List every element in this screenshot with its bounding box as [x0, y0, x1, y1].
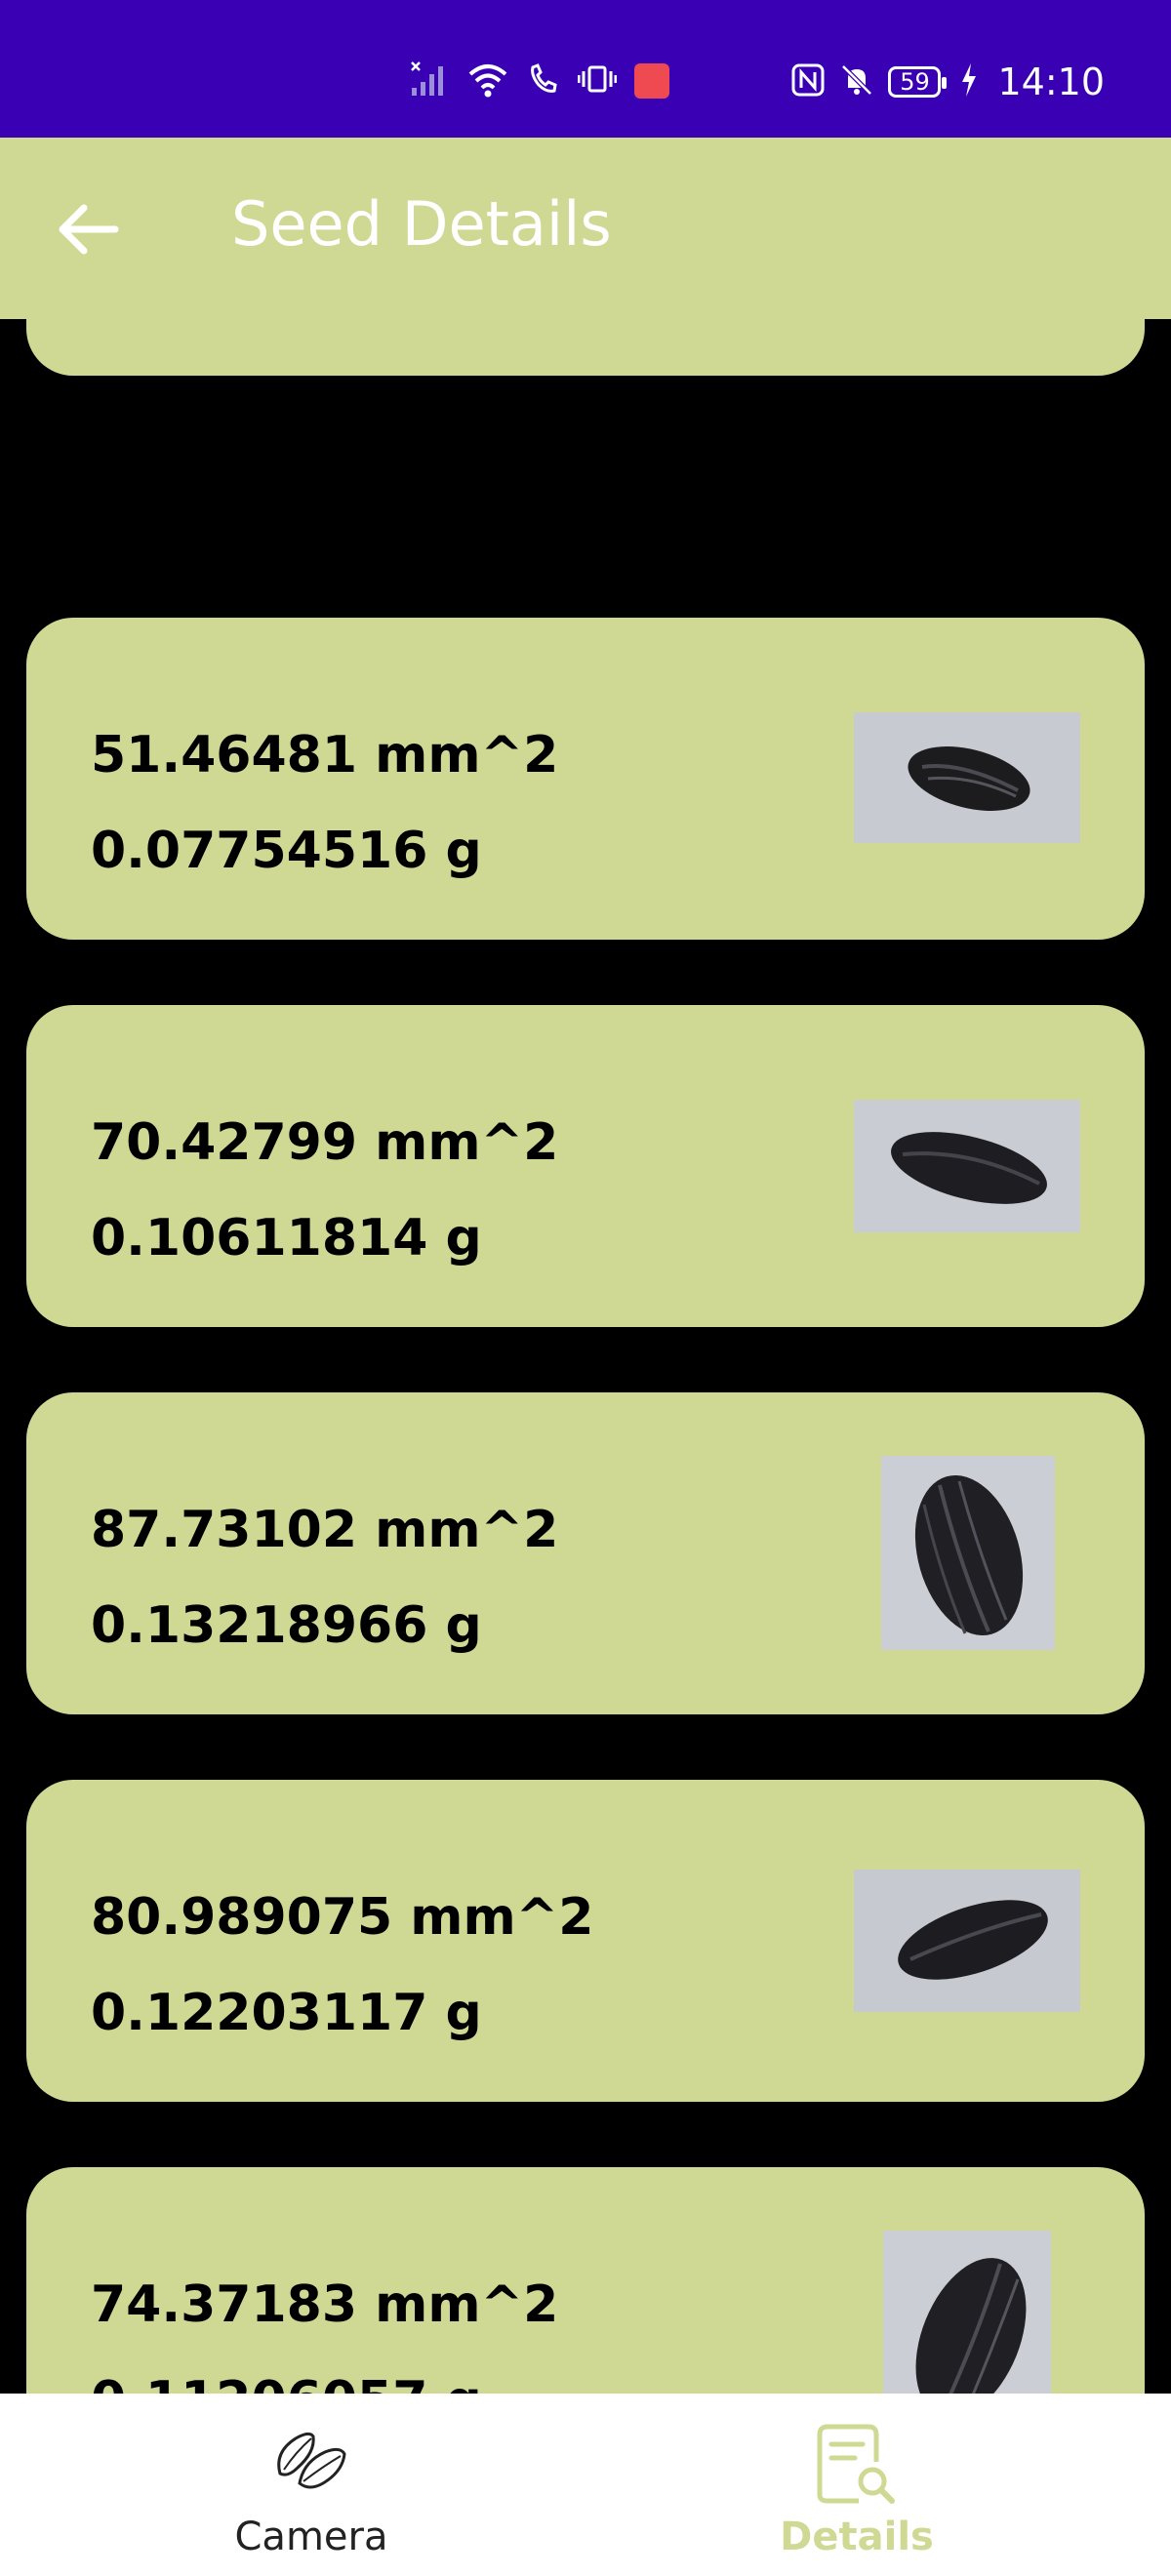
seed-card[interactable]: 80.989075 mm^2 0.12203117 g — [26, 1780, 1145, 2102]
mute-bell-icon — [839, 62, 874, 101]
seed-list[interactable]: 51.46481 mm^2 0.07754516 g 70.42799 mm^2… — [0, 319, 1171, 2394]
nfc-icon — [790, 62, 826, 101]
seeds-icon — [270, 2423, 352, 2501]
seed-card-text: 74.37183 mm^2 0.11206057 g — [91, 2257, 558, 2394]
seed-weight: 0.10611814 g — [91, 1209, 482, 1268]
charging-icon — [960, 62, 978, 101]
page-title: Seed Details — [231, 188, 612, 260]
vibrate-icon — [577, 61, 618, 101]
seed-area: 87.73102 mm^2 — [91, 1501, 559, 1559]
status-icons-right: 59 14:10 — [790, 60, 1105, 103]
seed-card[interactable]: 51.46481 mm^2 0.07754516 g — [26, 618, 1145, 940]
seed-image — [854, 1870, 1080, 2012]
nav-tab-details[interactable]: Details — [564, 2394, 1150, 2576]
nav-label-details: Details — [780, 2515, 934, 2559]
nav-tab-camera[interactable]: Camera — [19, 2394, 604, 2576]
seed-weight: 0.13218966 g — [91, 1596, 482, 1655]
seed-image — [854, 1100, 1080, 1232]
seed-area: 74.37183 mm^2 — [91, 2275, 559, 2334]
status-icons-left — [410, 60, 669, 101]
wifi-call-icon — [527, 61, 560, 101]
seed-weight: 0.12203117 g — [91, 1984, 482, 2042]
status-bar: 59 14:10 — [0, 0, 1171, 138]
seed-image — [883, 2231, 1051, 2394]
app-bar: Seed Details — [0, 138, 1171, 319]
seed-image — [854, 712, 1080, 843]
app-notification-icon — [634, 63, 669, 99]
seed-card[interactable] — [26, 319, 1145, 376]
seed-card[interactable]: 74.37183 mm^2 0.11206057 g — [26, 2167, 1145, 2394]
seed-card-text: 87.73102 mm^2 0.13218966 g — [91, 1482, 558, 1673]
seed-weight: 0.07754516 g — [91, 822, 482, 880]
seed-area: 80.989075 mm^2 — [91, 1888, 594, 1947]
seed-card[interactable]: 87.73102 mm^2 0.13218966 g — [26, 1392, 1145, 1714]
seed-weight: 0.11206057 g — [91, 2353, 558, 2394]
seed-card-text: 80.989075 mm^2 0.12203117 g — [91, 1870, 593, 2061]
seed-area: 51.46481 mm^2 — [91, 726, 559, 785]
back-arrow-icon[interactable] — [55, 200, 121, 259]
seed-image — [881, 1456, 1055, 1650]
status-time: 14:10 — [997, 60, 1105, 103]
bottom-navigation: Camera Details — [0, 2394, 1171, 2576]
seed-area: 70.42799 mm^2 — [91, 1113, 559, 1172]
document-search-icon — [816, 2423, 898, 2509]
battery-indicator: 59 — [888, 66, 948, 98]
seed-card-text: 51.46481 mm^2 0.07754516 g — [91, 707, 558, 899]
signal-icon — [410, 60, 449, 101]
seed-card-text: 70.42799 mm^2 0.10611814 g — [91, 1095, 558, 1286]
nav-label-camera: Camera — [234, 2515, 388, 2559]
seed-card[interactable]: 70.42799 mm^2 0.10611814 g — [26, 1005, 1145, 1327]
wifi-icon — [466, 60, 509, 101]
